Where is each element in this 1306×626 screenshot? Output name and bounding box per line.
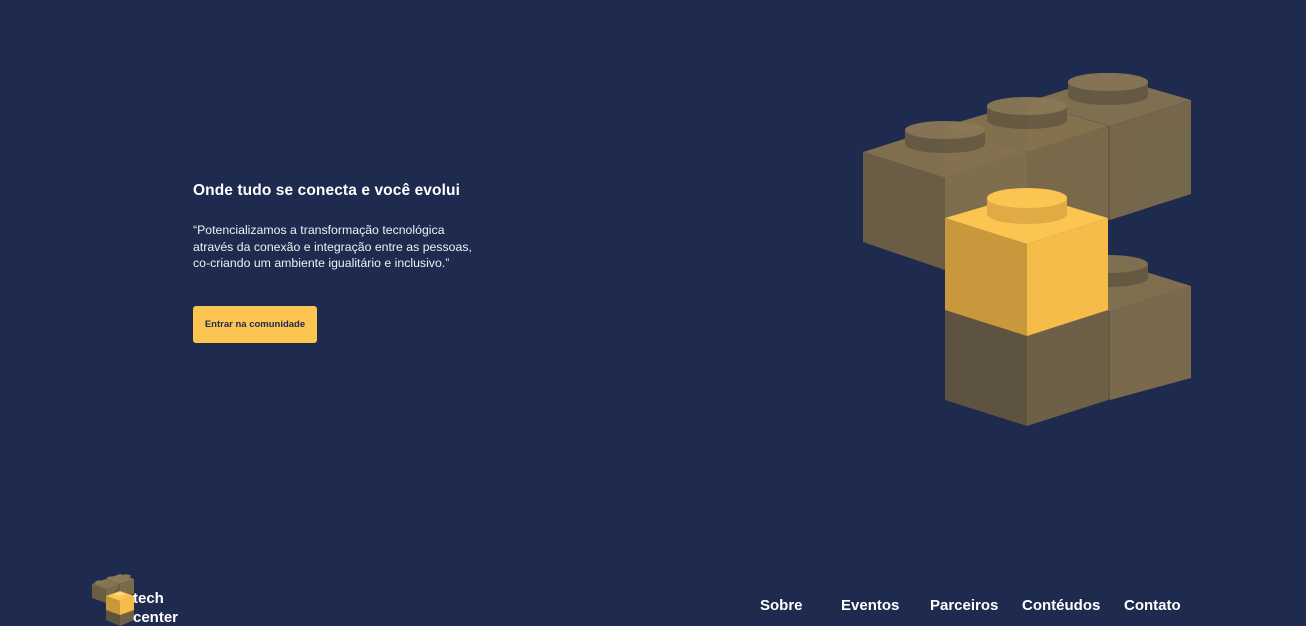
- hero-section: Onde tudo se conecta e você evolui “Pote…: [193, 182, 533, 272]
- hero-title: Onde tudo se conecta e você evolui: [193, 182, 460, 199]
- nav-link-eventos[interactable]: Eventos: [841, 596, 899, 616]
- nav-link-contato[interactable]: Contato: [1124, 596, 1181, 616]
- hero-quote: “Potencializamos a transformação tecnoló…: [193, 222, 503, 272]
- join-community-button[interactable]: Entrar na comunidade: [193, 306, 317, 343]
- hero-quote-line-3: co-criando um ambiente igualitário e inc…: [193, 256, 450, 270]
- lego-bricks-illustration: [863, 73, 1191, 426]
- nav-link-parceiros[interactable]: Parceiros: [930, 596, 998, 616]
- nav-link-sobre[interactable]: Sobre: [760, 596, 803, 616]
- nav-link-conteudos[interactable]: Contéudos: [1022, 596, 1100, 616]
- footer-nav: Sobre Eventos Parceiros Contéudos Contat…: [0, 596, 1306, 618]
- page: Onde tudo se conecta e você evolui “Pote…: [0, 0, 1306, 626]
- hero-quote-line-1: “Potencializamos a transformação tecnoló…: [193, 223, 445, 237]
- hero-quote-line-2: através da conexão e integração entre as…: [193, 239, 472, 254]
